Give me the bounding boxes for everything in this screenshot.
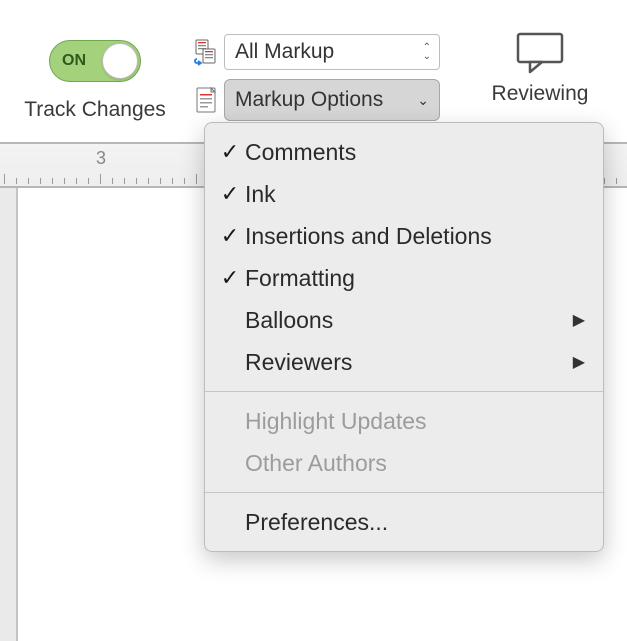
checkmark-icon: ✓ [215, 181, 245, 207]
menu-item-balloons[interactable]: Balloons▶ [205, 299, 603, 341]
menu-separator [205, 492, 603, 493]
menu-item-label: Reviewers [245, 349, 573, 376]
menu-item-formatting[interactable]: ✓Formatting [205, 257, 603, 299]
reviewing-pane-group[interactable]: Reviewing [470, 28, 610, 106]
markup-options-row: Markup Options ⌄ [190, 80, 440, 120]
menu-item-label: Balloons [245, 307, 573, 334]
checkmark-icon: ✓ [215, 139, 245, 165]
markup-controls-group: All Markup ⌃⌄ Markup Options ⌄ [190, 32, 440, 120]
ruler-number: 3 [96, 148, 106, 169]
menu-item-label: Preferences... [245, 509, 585, 536]
menu-item-insertions-and-deletions[interactable]: ✓Insertions and Deletions [205, 215, 603, 257]
markup-options-label: Markup Options [235, 88, 383, 112]
chevron-down-icon: ⌄ [417, 92, 429, 109]
document-left-margin [0, 188, 18, 641]
toggle-state-label: ON [62, 52, 86, 70]
menu-separator [205, 391, 603, 392]
menu-item-comments[interactable]: ✓Comments [205, 131, 603, 173]
stepper-arrows-icon: ⌃⌄ [423, 43, 431, 61]
menu-item-label: Formatting [245, 265, 585, 292]
markup-options-button[interactable]: Markup Options ⌄ [224, 79, 440, 121]
menu-item-reviewers[interactable]: Reviewers▶ [205, 341, 603, 383]
track-changes-toggle[interactable]: ON [49, 40, 141, 82]
menu-item-label: Ink [245, 181, 585, 208]
reviewing-pane-icon [512, 28, 568, 76]
display-for-review-select[interactable]: All Markup ⌃⌄ [224, 34, 440, 70]
menu-item-ink[interactable]: ✓Ink [205, 173, 603, 215]
display-for-review-row: All Markup ⌃⌄ [190, 32, 440, 72]
menu-item-label: Comments [245, 139, 585, 166]
submenu-arrow-icon: ▶ [573, 310, 585, 330]
menu-item-other-authors: Other Authors [205, 442, 603, 484]
checkmark-icon: ✓ [215, 223, 245, 249]
menu-item-label: Insertions and Deletions [245, 223, 585, 250]
menu-item-preferences[interactable]: Preferences... [205, 501, 603, 543]
menu-item-highlight-updates: Highlight Updates [205, 400, 603, 442]
track-changes-group: ON Track Changes [0, 10, 190, 122]
menu-item-label: Other Authors [245, 450, 585, 477]
display-for-review-icon [190, 38, 224, 66]
checkmark-icon: ✓ [215, 265, 245, 291]
reviewing-label: Reviewing [492, 82, 589, 106]
menu-item-label: Highlight Updates [245, 408, 585, 435]
markup-options-icon [190, 85, 224, 115]
toggle-knob [102, 43, 138, 79]
markup-options-menu: ✓Comments✓Ink✓Insertions and Deletions✓F… [204, 122, 604, 552]
submenu-arrow-icon: ▶ [573, 352, 585, 372]
display-for-review-value: All Markup [235, 40, 334, 64]
ribbon: ON Track Changes All Marku [0, 0, 627, 140]
track-changes-label: Track Changes [24, 98, 166, 122]
